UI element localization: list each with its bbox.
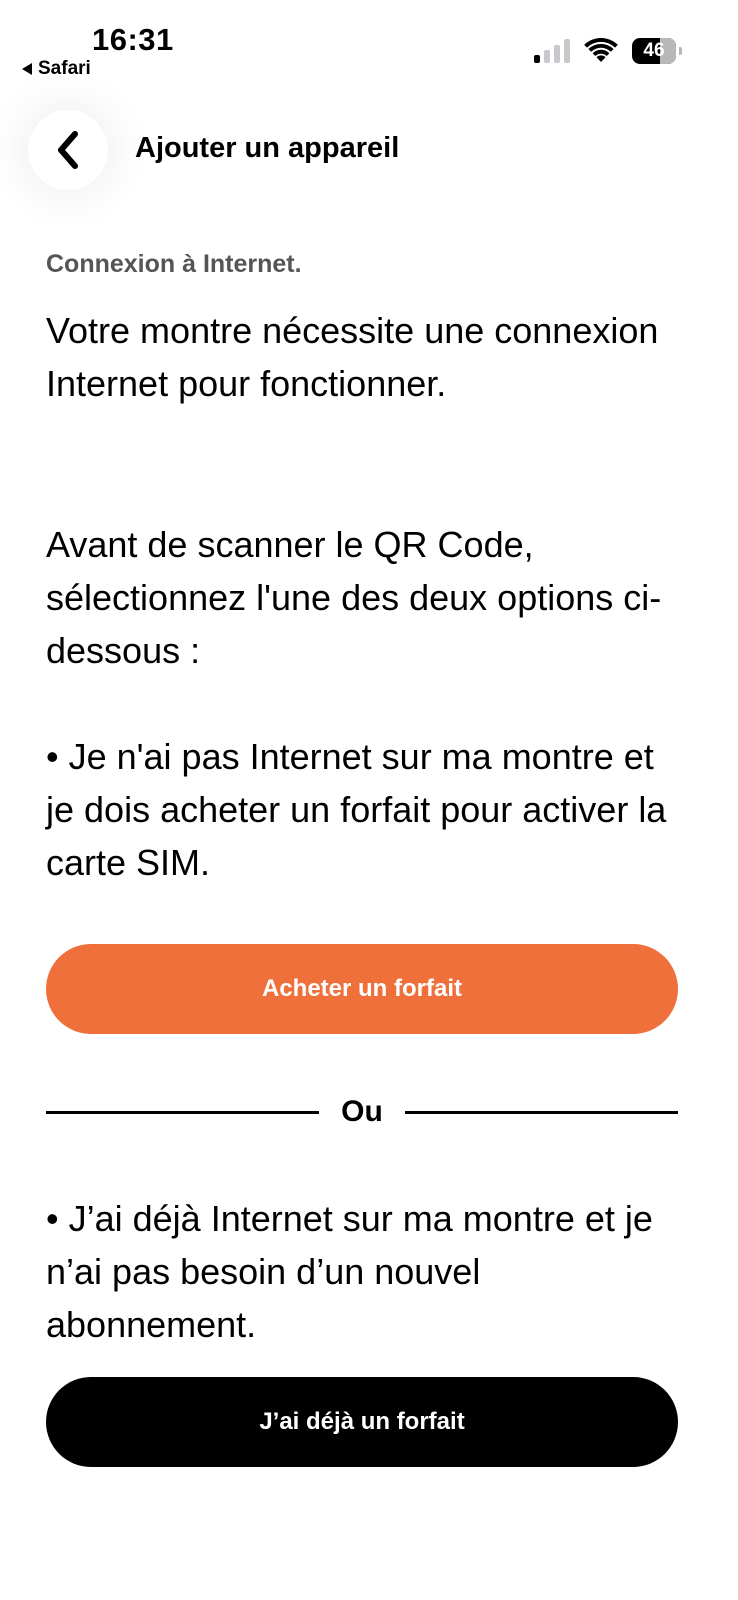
page-title: Ajouter un appareil (135, 132, 400, 164)
divider-label: Ou (341, 1095, 383, 1128)
status-bar: 16:31 Safari 46 (0, 0, 738, 90)
back-triangle-icon (22, 63, 32, 75)
battery-level: 46 (643, 40, 665, 61)
section-label: Connexion à Internet. (46, 250, 302, 278)
divider-line-right (404, 1110, 679, 1114)
back-button[interactable] (28, 110, 108, 190)
signal-icon (534, 39, 570, 63)
intro-text: Votre montre nécessite une connexion Int… (46, 310, 659, 404)
divider-line-left (46, 1110, 320, 1114)
instruction-text: Avant de scanner le QR Code, sélectionne… (46, 524, 662, 671)
battery-icon: 46 (632, 38, 682, 64)
or-divider: Ou (46, 1090, 679, 1134)
wifi-icon (584, 38, 618, 62)
option-have-internet-text: • J’ai déjà Internet sur ma montre et je… (46, 1198, 653, 1345)
have-plan-button[interactable]: J’ai déjà un forfait (46, 1377, 678, 1467)
status-icons: 46 (534, 38, 682, 64)
buy-plan-button[interactable]: Acheter un forfait (46, 944, 678, 1034)
back-to-app-link[interactable]: Safari (22, 58, 91, 80)
chevron-left-icon (58, 131, 78, 169)
page-header: Ajouter un appareil (0, 100, 738, 200)
status-time: 16:31 (92, 22, 174, 57)
option-no-internet-text: • Je n'ai pas Internet sur ma montre et … (46, 736, 667, 883)
main-content: Connexion à Internet. Votre montre néces… (46, 250, 686, 1345)
back-app-label: Safari (38, 58, 91, 79)
